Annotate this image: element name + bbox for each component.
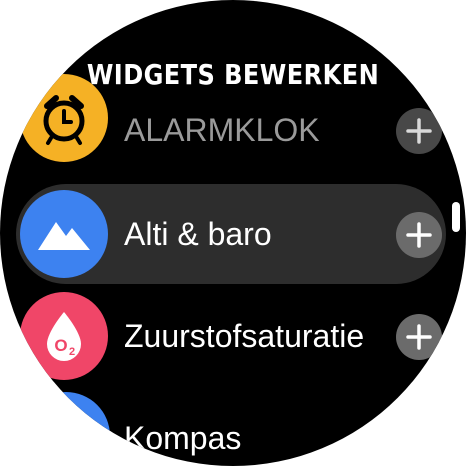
- widget-item-kompas[interactable]: Kompas: [0, 388, 466, 466]
- widget-label: Zuurstofsaturatie: [124, 318, 365, 354]
- widget-item-zuurstofsaturatie[interactable]: O 2 Zuurstofsaturatie: [0, 286, 466, 386]
- compass-icon: [22, 392, 110, 466]
- mountain-icon: [20, 190, 108, 278]
- svg-text:2: 2: [69, 346, 75, 358]
- plus-icon[interactable]: [396, 108, 442, 154]
- widget-label: Alti & baro: [124, 216, 272, 252]
- oxygen-drop-icon: O 2: [20, 292, 108, 380]
- svg-text:O: O: [54, 336, 67, 355]
- alarm-clock-icon: [20, 74, 108, 162]
- scrollbar[interactable]: [452, 202, 460, 232]
- plus-icon[interactable]: [396, 314, 442, 360]
- widget-item-alarmklok[interactable]: ALARMKLOK: [0, 74, 466, 180]
- widget-label: ALARMKLOK: [124, 112, 320, 148]
- plus-icon[interactable]: [396, 212, 442, 258]
- widget-label: Kompas: [124, 420, 242, 456]
- widget-item-alti-baro[interactable]: Alti & baro: [0, 184, 466, 284]
- watch-screen: WIDGETS BEWERKEN ALARMKLOK Alti & baro O…: [0, 0, 466, 466]
